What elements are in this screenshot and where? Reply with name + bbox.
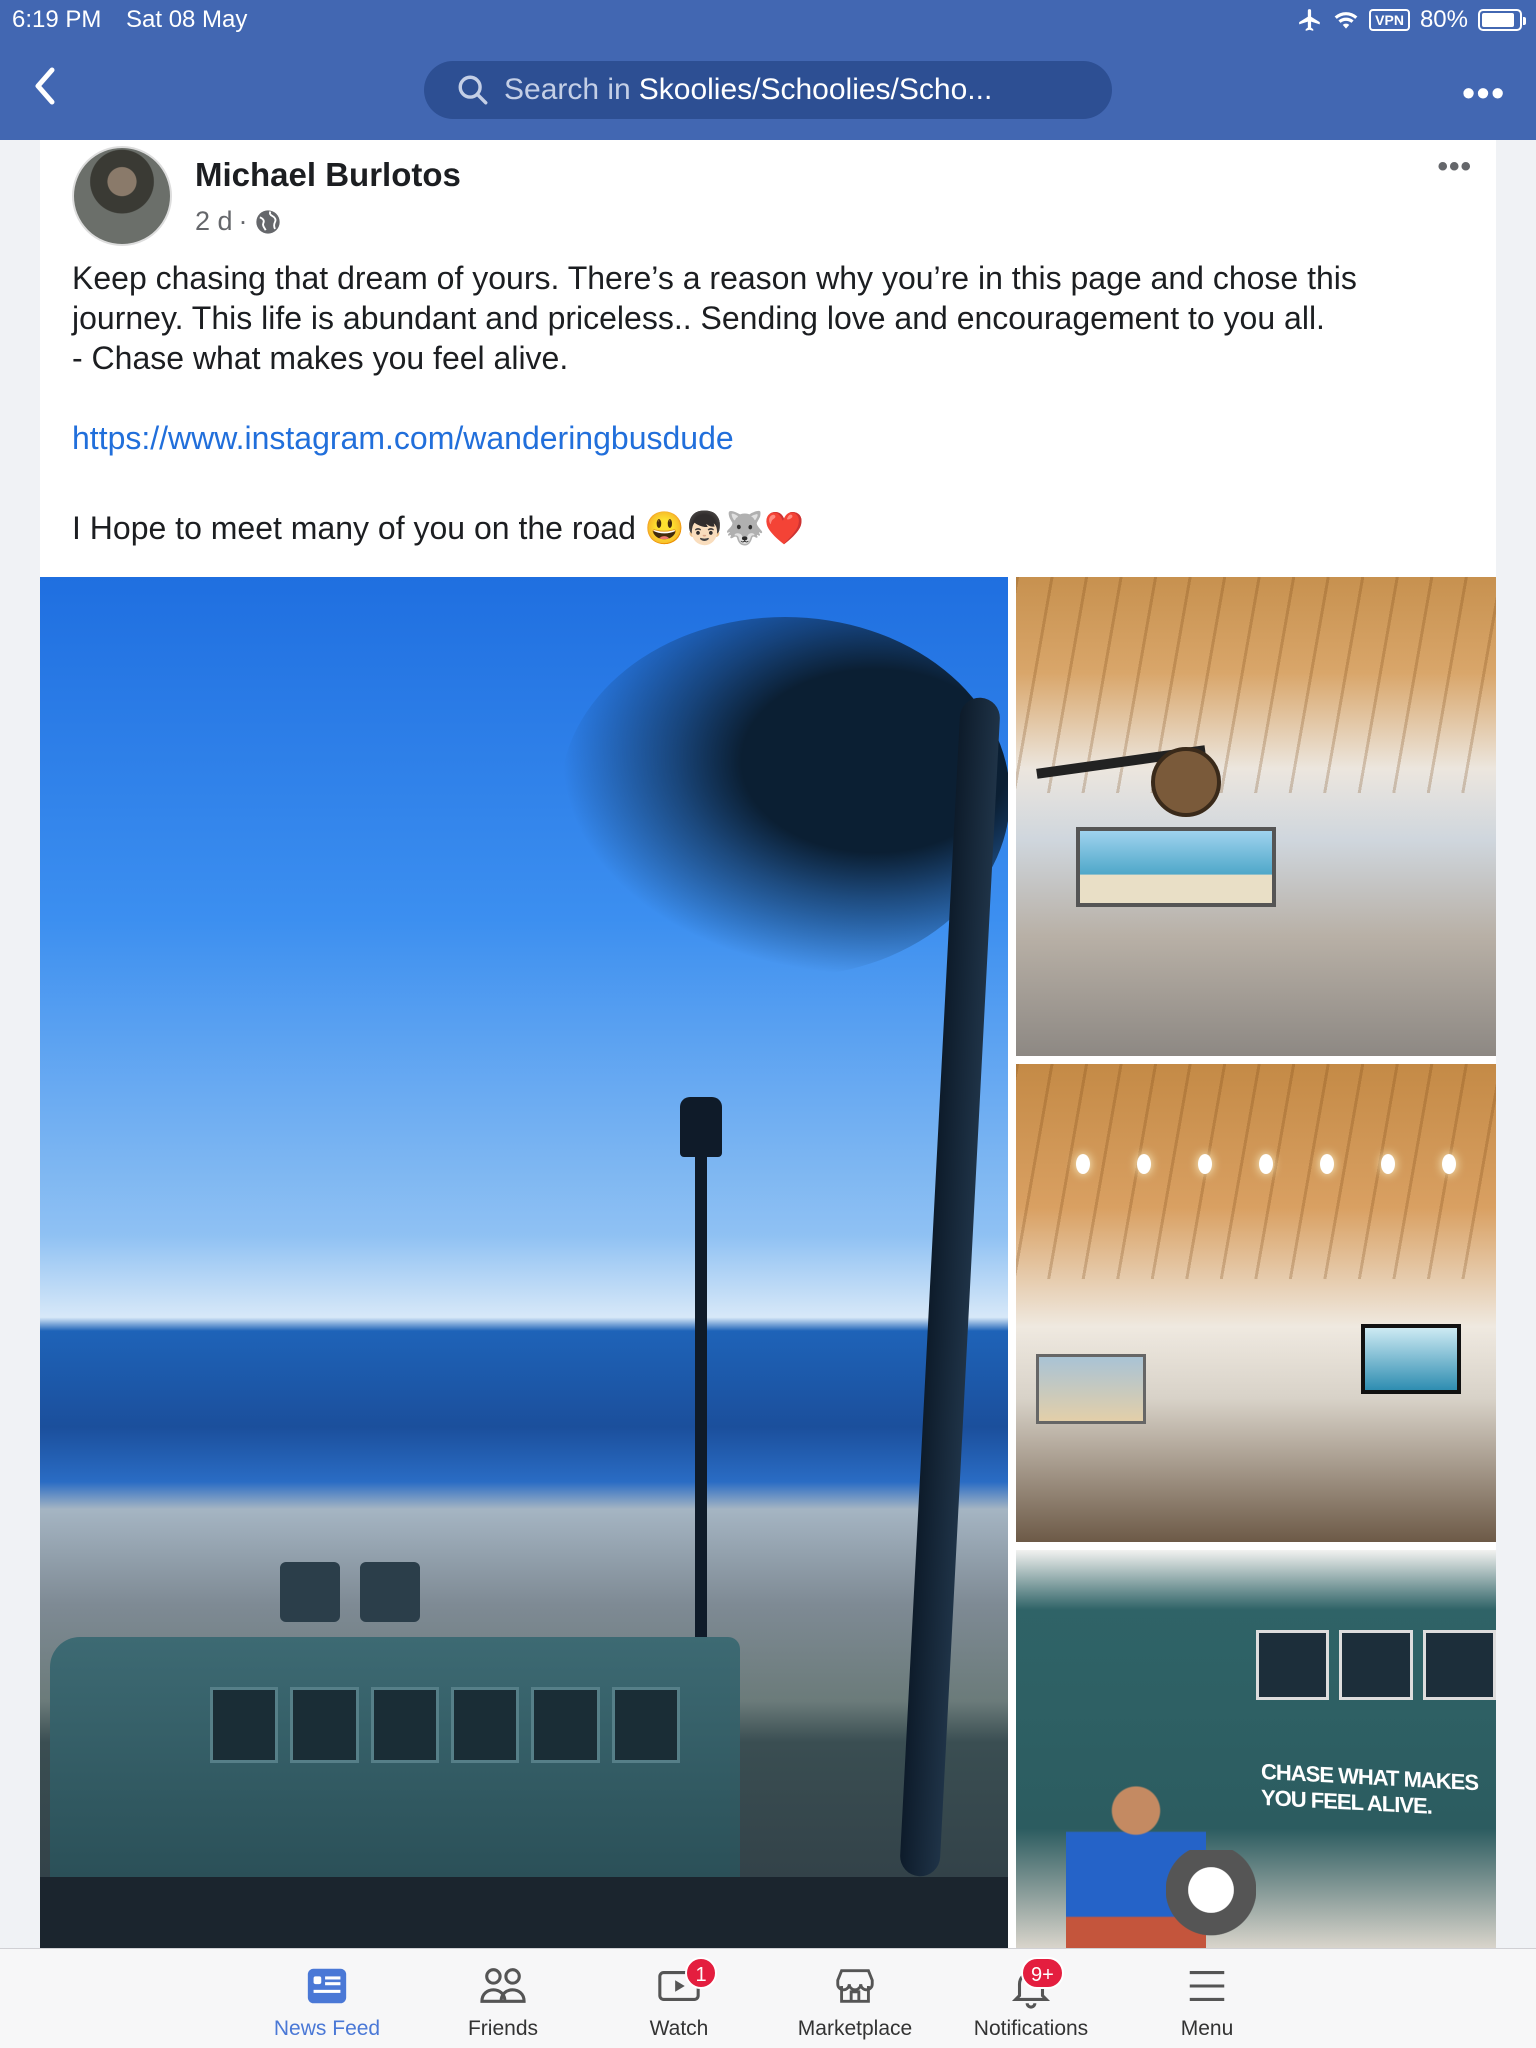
- closing-text: I Hope to meet many of you on the road: [72, 510, 636, 546]
- globe-icon: [255, 209, 280, 234]
- post-text-line: journey. This life is abundant and price…: [72, 300, 1325, 336]
- post-card: Michael Burlotos 2 d · ••• Keep chasing …: [40, 140, 1496, 1948]
- search-icon: [458, 75, 488, 105]
- battery-percent: 80%: [1419, 6, 1468, 33]
- post-meta: 2 d ·: [195, 206, 282, 237]
- photo-bus-interior-kitchen[interactable]: [1016, 1064, 1496, 1542]
- post-time[interactable]: 2 d: [195, 206, 233, 237]
- bus-window-ocean: [1076, 827, 1276, 907]
- photo-bus-interior-bed[interactable]: [1016, 577, 1496, 1056]
- photo-beach-bus[interactable]: [40, 577, 1008, 1948]
- tab-friends[interactable]: Friends: [415, 1963, 591, 2043]
- beach-chair-shape: [280, 1562, 340, 1622]
- tab-menu[interactable]: Menu: [1119, 1963, 1295, 2043]
- back-chevron-icon[interactable]: [30, 66, 60, 106]
- search-prefix: Search in: [504, 73, 631, 106]
- bell-icon: 9+: [943, 1957, 1119, 2011]
- photo-bus-exterior-person[interactable]: CHASE WHAT MAKES YOU FEEL ALIVE.: [1016, 1550, 1496, 1948]
- top-header: 6:19 PM Sat 08 May VPN 80% Search in Sko…: [0, 0, 1536, 140]
- palm-tree-shape: [560, 617, 1008, 977]
- author-name[interactable]: Michael Burlotos: [195, 156, 461, 194]
- search-group-name: Skoolies/Schoolies/Scho...: [638, 73, 993, 106]
- notifications-badge: 9+: [1021, 1957, 1064, 1989]
- tab-notifications[interactable]: 9+ Notifications: [943, 1957, 1119, 2043]
- wifi-icon: [1334, 12, 1358, 29]
- tab-watch[interactable]: 1 Watch: [591, 1957, 767, 2043]
- tab-label: Friends: [467, 2017, 539, 2040]
- battery-icon: [1478, 9, 1526, 31]
- header-more-button[interactable]: •••: [1462, 72, 1506, 114]
- vpn-badge: VPN: [1369, 9, 1410, 31]
- status-bar: 6:19 PM Sat 08 May VPN 80%: [0, 0, 1536, 40]
- bus-windows: [210, 1687, 680, 1763]
- airplane-icon: [1299, 9, 1320, 31]
- husky-dog-shape: [1166, 1850, 1256, 1948]
- post-text-line: - Chase what makes you feel alive.: [72, 340, 569, 376]
- bottom-tab-bar: News Feed Friends 1 Watch Marketplace 9+…: [0, 1948, 1536, 2048]
- watch-badge: 1: [685, 1957, 717, 1989]
- news-feed-icon: [239, 1963, 415, 2011]
- instagram-link[interactable]: https://www.instagram.com/wanderingbusdu…: [72, 420, 734, 456]
- beach-chair-shape: [360, 1562, 420, 1622]
- post-more-button[interactable]: •••: [1437, 150, 1472, 184]
- tab-label: News Feed: [273, 2017, 381, 2040]
- tab-label: Notifications: [973, 2017, 1089, 2040]
- status-date: Sat 08 May: [126, 6, 248, 33]
- post-body: Keep chasing that dream of yours. There’…: [72, 258, 1472, 548]
- meta-separator: ·: [238, 206, 248, 236]
- wall-painting: [1036, 1354, 1146, 1424]
- string-lights: [1076, 1154, 1456, 1194]
- computer-monitor: [1361, 1324, 1461, 1394]
- tab-label: Menu: [1180, 2017, 1234, 2040]
- tab-news-feed[interactable]: News Feed: [239, 1963, 415, 2043]
- tab-label: Watch: [649, 2017, 709, 2040]
- tab-label: Marketplace: [797, 2017, 913, 2040]
- friends-icon: [415, 1963, 591, 2011]
- bus-slogan: CHASE WHAT MAKES YOU FEEL ALIVE.: [1261, 1758, 1479, 1819]
- watch-icon: 1: [591, 1957, 767, 2011]
- road-shape: [40, 1877, 1008, 1948]
- tab-marketplace[interactable]: Marketplace: [767, 1963, 943, 2043]
- status-time: 6:19 PM: [12, 6, 102, 33]
- post-text-line: Keep chasing that dream of yours. There’…: [72, 260, 1357, 296]
- marketplace-icon: [767, 1963, 943, 2011]
- hamburger-menu-icon: [1119, 1963, 1295, 2011]
- status-right: VPN 80%: [1297, 6, 1526, 34]
- wall-clock: [1151, 747, 1221, 817]
- bus-windows: [1256, 1630, 1496, 1700]
- author-avatar[interactable]: [72, 146, 172, 246]
- emoji-row: 😃👦🏻🐺❤️: [644, 510, 805, 546]
- group-search-input[interactable]: Search in Skoolies/Schoolies/Scho...: [424, 61, 1112, 119]
